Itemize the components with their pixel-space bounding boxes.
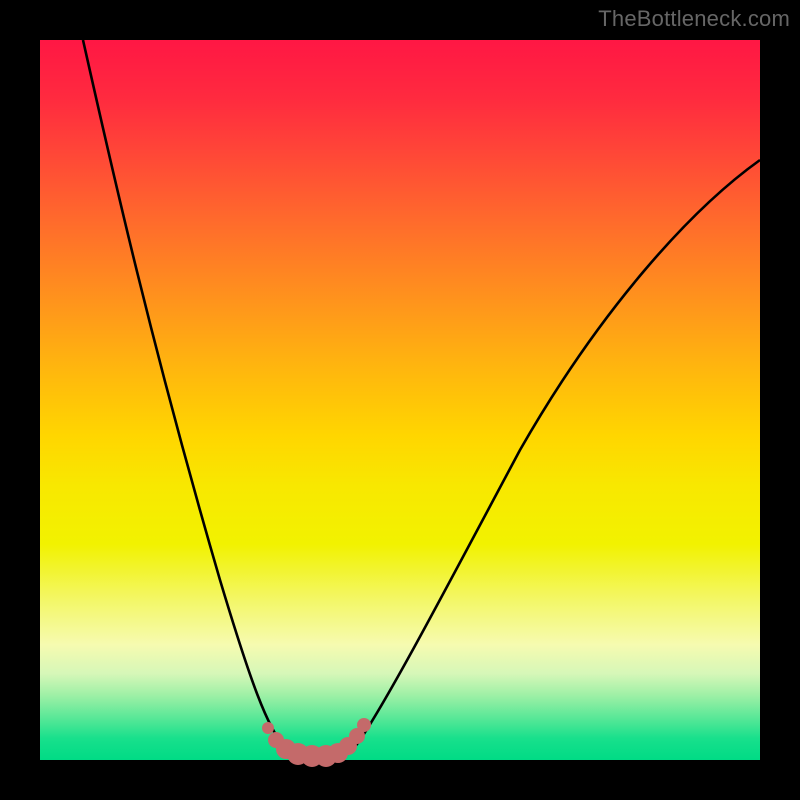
- curve-layer: [40, 40, 760, 760]
- chart-frame: TheBottleneck.com: [0, 0, 800, 800]
- marker-group: [262, 718, 371, 767]
- watermark-text: TheBottleneck.com: [598, 6, 790, 32]
- bottleneck-curve: [83, 40, 760, 756]
